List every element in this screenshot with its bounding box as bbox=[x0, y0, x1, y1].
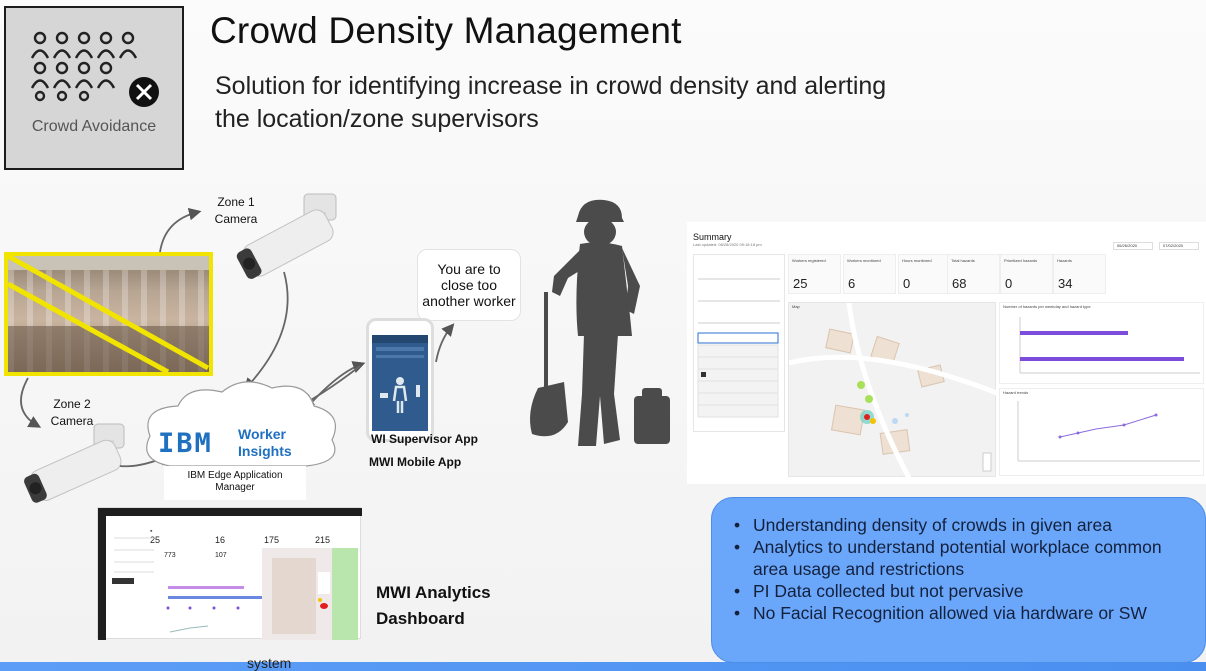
analytics-label-line2: Dashboard bbox=[376, 609, 465, 628]
phone-app-ui bbox=[372, 335, 428, 413]
edge-line1: IBM Edge Application bbox=[187, 470, 283, 481]
kpi-value: 0 bbox=[1005, 276, 1013, 291]
benefit-item: PI Data collected but not pervasive bbox=[734, 580, 1189, 602]
worker-insights-line2: Insights bbox=[238, 443, 292, 459]
kpi-value: 0 bbox=[903, 276, 911, 291]
benefit-item: Analytics to understand potential workpl… bbox=[734, 536, 1189, 580]
supervisor-phone bbox=[366, 318, 434, 442]
alert-line1: You are to bbox=[437, 261, 501, 277]
mobile-app-label: MWI Mobile App bbox=[369, 455, 462, 469]
proximity-alert-bubble: You are to close too another worker bbox=[417, 249, 521, 321]
kpi-label: Hours monitored bbox=[902, 258, 932, 263]
kpi-workers-monitored: Workers monitored 6 bbox=[843, 254, 896, 294]
ibm-logo: IBM bbox=[158, 428, 213, 459]
summary-last-updated: Last updated: 06/28/2020 09:18:18 pm bbox=[693, 242, 762, 247]
phone-screen bbox=[372, 335, 428, 431]
kpi-hazards: Hazards 34 bbox=[1053, 254, 1106, 294]
summary-title: Summary bbox=[693, 232, 732, 242]
date-from-input[interactable]: 06/26/2020 bbox=[1113, 242, 1153, 250]
worker-silhouette-icon bbox=[530, 199, 670, 446]
analytics-dashboard-label: MWI Analytics Dashboard bbox=[376, 580, 491, 632]
hazard-trends-chart: Hazard trends bbox=[999, 388, 1204, 476]
kpi-hours-monitored: Hours monitored 0 bbox=[898, 254, 951, 294]
bar-chart-graphic bbox=[1019, 317, 1200, 374]
kpi-label: Hazards bbox=[1057, 258, 1072, 263]
kpi-label: Workers monitored bbox=[847, 258, 881, 263]
edge-line2: Manager bbox=[215, 482, 255, 493]
hazard-map[interactable]: Map bbox=[788, 302, 997, 478]
trend-line-graphic bbox=[1017, 401, 1200, 462]
analytics-dashboard-graphic bbox=[112, 537, 358, 640]
hazards-per-weekday-chart: Number of hazards per weekday and hazard… bbox=[999, 302, 1204, 384]
analytics-label-line1: MWI Analytics bbox=[376, 583, 491, 602]
benefits-list: Understanding density of crowds in given… bbox=[734, 514, 1189, 624]
kpi-value: 6 bbox=[848, 276, 856, 291]
supervisor-app-label: WI Supervisor App bbox=[371, 432, 478, 446]
kpi-value: 68 bbox=[952, 276, 967, 291]
alert-line2: close too bbox=[440, 277, 498, 293]
worker-insights-label: Worker Insights bbox=[238, 426, 292, 460]
kpi-label: Workers registered bbox=[792, 258, 826, 263]
kpi-prioritized-hazards: Prioritized hazards 0 bbox=[1000, 254, 1053, 294]
benefits-callout: Understanding density of crowds in given… bbox=[711, 497, 1206, 663]
benefit-item: No Facial Recognition allowed via hardwa… bbox=[734, 602, 1189, 624]
cut-off-text: system bbox=[247, 655, 292, 671]
kpi-label: Total hazards bbox=[951, 258, 975, 263]
analytics-dashboard-thumbnail: ▪ 25 16 175 215 773 107 bbox=[97, 507, 362, 640]
heatmap-points bbox=[789, 303, 997, 478]
filter-controls[interactable] bbox=[694, 255, 786, 433]
kpi-value: 34 bbox=[1058, 276, 1073, 291]
date-to-input[interactable]: 07/02/2020 bbox=[1159, 242, 1199, 250]
bottom-band bbox=[0, 662, 1206, 671]
filter-column bbox=[693, 254, 785, 432]
summary-dashboard: Summary Last updated: 06/28/2020 09:18:1… bbox=[687, 222, 1206, 484]
kpi-label: Prioritized hazards bbox=[1004, 258, 1038, 263]
edge-application-manager-box: IBM Edge Application Manager bbox=[164, 466, 306, 500]
kpi-value: 25 bbox=[793, 276, 808, 291]
kpi-total-hazards: Total hazards 68 bbox=[947, 254, 1000, 294]
benefit-item: Understanding density of crowds in given… bbox=[734, 514, 1189, 536]
kpi-workers-registered: Workers registered 25 bbox=[788, 254, 841, 294]
alert-line3: another worker bbox=[422, 293, 516, 309]
worker-insights-line1: Worker bbox=[238, 426, 286, 442]
